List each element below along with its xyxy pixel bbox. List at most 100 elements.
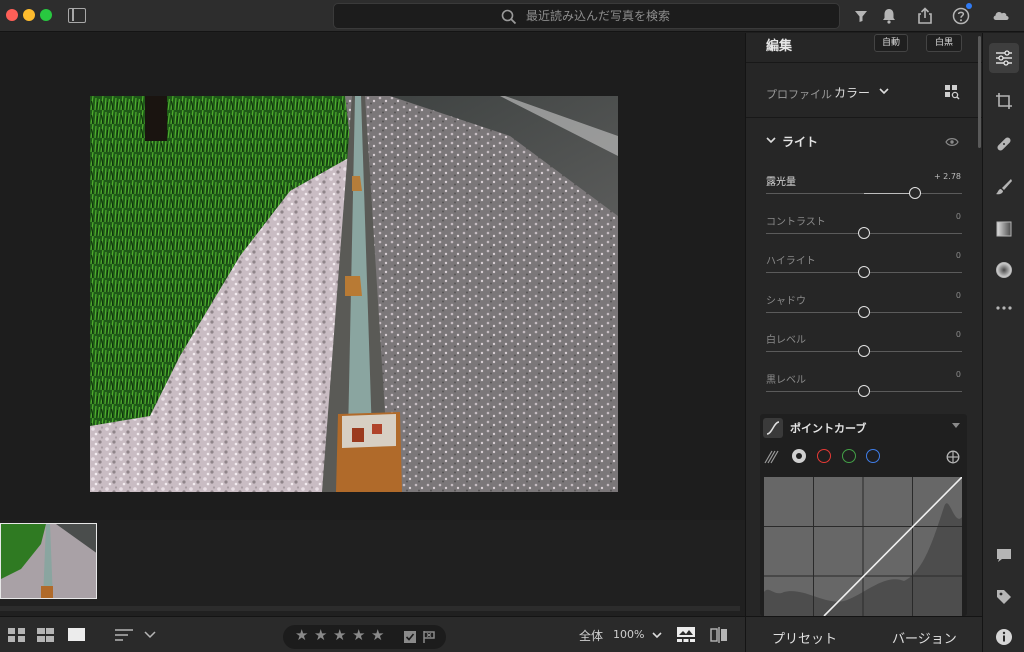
info-button[interactable] [989, 622, 1019, 652]
star-rating-3[interactable]: ★ [333, 626, 346, 644]
photo-grid-icon[interactable] [37, 628, 55, 642]
slider-value[interactable]: 0 [956, 212, 961, 221]
eye-icon[interactable] [945, 137, 959, 147]
point-curve-title: ポイントカーブ [790, 422, 867, 435]
search-box[interactable] [333, 3, 840, 29]
slider-value[interactable]: + 2.78 [934, 172, 961, 181]
star-rating-5[interactable]: ★ [371, 626, 384, 644]
slider-knob[interactable] [858, 266, 870, 279]
star-rating-1[interactable]: ★ [295, 626, 308, 644]
sidebar-toggle-icon[interactable] [68, 8, 86, 23]
slider-knob[interactable] [858, 305, 870, 318]
profile-label: プロファイル [766, 88, 832, 101]
panel-footer: プリセット バージョン [745, 616, 982, 652]
profile-browser-icon[interactable] [944, 84, 960, 100]
thumbnail-image [1, 524, 96, 598]
compare-view-icon[interactable] [710, 627, 728, 643]
red-channel-button[interactable] [817, 449, 831, 463]
share-icon[interactable] [915, 6, 935, 26]
target-adjust-icon[interactable] [946, 450, 960, 464]
rgb-channel-button[interactable] [792, 449, 806, 463]
slider-label: コントラスト [766, 216, 826, 228]
filmstrip-scrollbar[interactable] [0, 606, 740, 611]
radial-gradient-icon [996, 262, 1012, 278]
slider-knob[interactable] [858, 226, 870, 239]
edit-tool-button[interactable] [989, 43, 1019, 73]
crop-icon [996, 93, 1012, 109]
lightroom-window: ★ ★ ★ ★ ★ 全体 100% [0, 0, 1024, 652]
curve-menu-caret-icon[interactable] [952, 423, 960, 428]
filmstrip-thumbnail[interactable] [0, 523, 97, 599]
keywords-button[interactable] [989, 582, 1019, 612]
comments-button[interactable] [989, 540, 1019, 570]
star-rating-2[interactable]: ★ [314, 626, 327, 644]
sort-icon[interactable] [115, 628, 135, 642]
filmstrip [0, 520, 745, 616]
crop-tool-button[interactable] [989, 86, 1019, 116]
panel-divider [746, 62, 983, 63]
point-curve-panel: ポイントカーブ [760, 414, 967, 616]
slider-knob[interactable] [908, 187, 921, 199]
presets-button[interactable]: プリセット [772, 628, 837, 647]
panel-scrollbar[interactable] [978, 36, 981, 148]
chevron-down-icon[interactable] [144, 631, 156, 639]
close-window-button[interactable] [6, 9, 18, 21]
cloud-icon[interactable] [991, 5, 1011, 25]
versions-button[interactable]: バージョン [892, 628, 957, 647]
tag-icon [997, 590, 1011, 604]
profile-chevron-icon[interactable] [879, 88, 889, 95]
slider-value[interactable]: 0 [956, 291, 961, 300]
help-icon[interactable] [951, 6, 971, 26]
tone-curve-graph[interactable] [764, 477, 962, 616]
filmstrip-toggle-icon[interactable] [677, 627, 695, 643]
rating-flag-group: ★ ★ ★ ★ ★ [283, 625, 446, 649]
panel-title: 編集 [766, 39, 793, 54]
sliders-icon [996, 50, 1012, 66]
flag-reject-icon[interactable] [422, 630, 436, 644]
profile-dropdown[interactable]: カラー [834, 84, 870, 101]
zoom-level[interactable]: 100% [613, 628, 644, 641]
slider-knob[interactable] [858, 345, 870, 358]
more-tools-button[interactable] [989, 293, 1019, 323]
scope-label[interactable]: 全体 [579, 627, 603, 644]
photo-canvas[interactable] [0, 33, 745, 520]
radial-gradient-tool-button[interactable] [989, 255, 1019, 285]
tool-rail [982, 33, 1024, 652]
flag-pick-icon[interactable] [403, 630, 417, 644]
slider-track[interactable] [766, 193, 962, 194]
curve-toggle-button[interactable] [763, 418, 783, 438]
parametric-curve-icon[interactable] [763, 449, 779, 465]
curve-icon [766, 421, 780, 435]
slider-label: シャドウ [766, 295, 806, 307]
blue-channel-button[interactable] [866, 449, 880, 463]
edit-panel: 編集 自動 白黒 プロファイル カラー ライト 露光量 + 2.78 コントラスト 0… [745, 33, 983, 616]
light-collapse-chevron-icon[interactable] [766, 137, 776, 144]
brush-icon [996, 179, 1012, 195]
healing-tool-button[interactable] [989, 129, 1019, 159]
minimize-window-button[interactable] [23, 9, 35, 21]
detail-view-icon[interactable] [68, 628, 86, 642]
slider-value[interactable]: 0 [956, 251, 961, 260]
bandage-icon [997, 137, 1011, 151]
title-bar [0, 0, 1024, 32]
bell-icon[interactable] [879, 6, 899, 26]
zoom-chevron-icon[interactable] [652, 632, 662, 639]
brush-tool-button[interactable] [989, 172, 1019, 202]
slider-value[interactable]: 0 [956, 330, 961, 339]
star-rating-4[interactable]: ★ [352, 626, 365, 644]
light-section-title[interactable]: ライト [782, 133, 818, 150]
square-grid-icon[interactable] [8, 628, 26, 642]
linear-gradient-tool-button[interactable] [989, 214, 1019, 244]
slider-knob[interactable] [858, 385, 870, 397]
auto-button[interactable]: 自動 [874, 34, 908, 52]
slider-label: 白レベル [766, 335, 806, 347]
black-white-button[interactable]: 白黒 [926, 34, 962, 52]
slider-label: ハイライト [766, 256, 816, 268]
zoom-window-button[interactable] [40, 9, 52, 21]
search-input[interactable] [526, 7, 826, 25]
green-channel-button[interactable] [842, 449, 856, 463]
main-photo[interactable] [90, 96, 618, 492]
slider-label: 黒レベル [766, 375, 806, 386]
slider-value[interactable]: 0 [956, 370, 961, 379]
filter-icon[interactable] [851, 6, 871, 26]
